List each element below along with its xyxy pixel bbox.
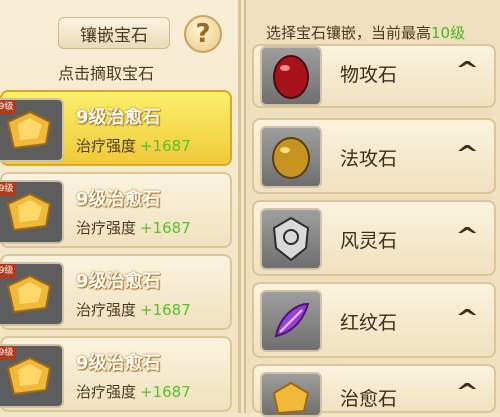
level-tag: 9级 (0, 182, 16, 196)
chevron-up-icon[interactable]: ^ (455, 142, 479, 167)
inlaid-gem-item[interactable]: 9级 9级治愈石 治疗强度 +1687 (0, 172, 232, 248)
gem-type-name: 红纹石 (340, 312, 398, 334)
gem-type-name: 风灵石 (340, 230, 398, 252)
amber-gem-icon (260, 126, 322, 188)
gem-name: 9级治愈石 (76, 353, 161, 374)
remove-gem-hint: 点击摘取宝石 (58, 64, 155, 83)
gem-type-name: 治愈石 (340, 388, 398, 410)
chevron-up-icon[interactable]: ^ (455, 58, 479, 83)
help-button[interactable]: ? (184, 15, 222, 53)
gem-name: 9级治愈石 (76, 107, 161, 128)
gem-select-title: 选择宝石镶嵌，当前最高10级 (266, 24, 466, 42)
gem-type-name: 法攻石 (340, 148, 398, 170)
gem-stat: 治疗强度 +1687 (76, 301, 191, 319)
gem-type-magic-attack[interactable]: 法攻石 ^ (252, 118, 496, 194)
inlaid-gem-item[interactable]: 9级 9级治愈石 治疗强度 +1687 (0, 90, 232, 166)
gem-type-red-pattern[interactable]: 红纹石 ^ (252, 282, 496, 358)
gem-stat: 治疗强度 +1687 (76, 383, 191, 401)
gem-type-physical-attack[interactable]: 物攻石 ^ (252, 44, 496, 108)
inlaid-gem-item[interactable]: 9级 9级治愈石 治疗强度 +1687 (0, 254, 232, 330)
shield-gem-icon (260, 208, 322, 270)
chevron-up-icon[interactable]: ^ (455, 380, 479, 405)
gold-gem-icon: 9级 (0, 262, 64, 326)
purple-feather-icon (260, 290, 322, 352)
gold-gem-icon (260, 372, 322, 417)
level-tag: 9级 (0, 100, 16, 114)
gem-stat: 治疗强度 +1687 (76, 219, 191, 237)
gem-type-name: 物攻石 (340, 64, 398, 86)
gem-type-healing[interactable]: 治愈石 ^ (252, 364, 496, 417)
level-tag: 9级 (0, 264, 16, 278)
red-gem-icon (260, 46, 322, 106)
chevron-up-icon[interactable]: ^ (455, 306, 479, 331)
gold-gem-icon: 9级 (0, 180, 64, 244)
gold-gem-icon: 9级 (0, 98, 64, 162)
gold-gem-icon: 9级 (0, 344, 64, 408)
gem-name: 9级治愈石 (76, 271, 161, 292)
gem-type-wind-spirit[interactable]: 风灵石 ^ (252, 200, 496, 276)
level-tag: 9级 (0, 346, 16, 360)
inlaid-gem-item[interactable]: 9级 9级治愈石 治疗强度 +1687 (0, 336, 232, 412)
inlaid-gems-title: 镶嵌宝石 (58, 17, 170, 49)
gem-stat: 治疗强度 +1687 (76, 137, 191, 155)
inlaid-gems-panel: 镶嵌宝石 ? 点击摘取宝石 9级 9级治愈石 治疗强度 +1687 9级 9级治愈… (0, 0, 241, 413)
chevron-up-icon[interactable]: ^ (455, 224, 479, 249)
gem-name: 9级治愈石 (76, 189, 161, 210)
